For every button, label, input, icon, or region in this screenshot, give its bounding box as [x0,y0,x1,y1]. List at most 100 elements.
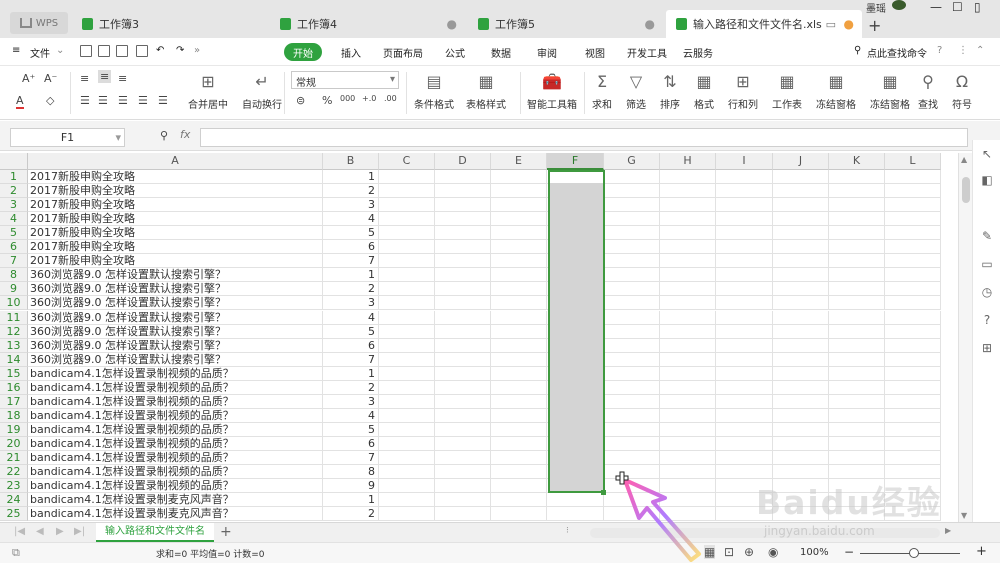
find-button[interactable]: ⚲ 查找 [918,72,938,111]
cell-b[interactable]: 3 [323,296,379,311]
column-header-c[interactable]: C [379,153,435,170]
cell-h[interactable] [660,212,716,227]
cell-e[interactable] [491,408,547,423]
cell-k[interactable] [829,408,885,423]
cell-i[interactable] [716,310,773,325]
cell-i[interactable] [716,394,773,409]
column-header-e[interactable]: E [491,153,547,170]
row-header[interactable]: 20 [0,436,28,451]
cell-i[interactable] [716,493,773,508]
cell-h[interactable] [660,394,716,409]
cell-h[interactable] [660,422,716,437]
cell-i[interactable] [716,282,773,297]
chevron-down-icon[interactable]: ⌄ [56,45,64,56]
cell-e[interactable] [491,226,547,241]
row-header[interactable]: 15 [0,366,28,381]
align-bottom-icon[interactable]: ≡ [118,72,127,85]
cell-c[interactable] [379,254,435,269]
cell-i[interactable] [716,324,773,339]
cell-c[interactable] [379,366,435,381]
cell-g[interactable] [604,310,660,325]
hamburger-icon[interactable]: ≡ [12,45,20,56]
avatar[interactable] [892,0,906,10]
cell-k[interactable] [829,198,885,213]
cell-a[interactable]: 2017新股申购全攻略 [28,184,323,199]
conditional-format-button[interactable]: ▤ 条件格式 [414,72,454,111]
cell-b[interactable]: 4 [323,212,379,227]
cell-h[interactable] [660,310,716,325]
cell-c[interactable] [379,408,435,423]
cell-f[interactable] [547,493,604,508]
cell-c[interactable] [379,352,435,367]
cell-b[interactable]: 7 [323,451,379,465]
cell-b[interactable]: 6 [323,436,379,451]
cell-c[interactable] [379,338,435,353]
tab-workbook-3[interactable]: 工作簿3 [72,10,267,38]
save-icon[interactable] [98,45,110,57]
cell-j[interactable] [773,282,829,297]
column-f-selection[interactable] [548,170,605,493]
cell-c[interactable] [379,394,435,409]
cell-a[interactable]: 2017新股申购全攻略 [28,170,323,184]
row-header[interactable]: 16 [0,380,28,395]
spreadsheet-grid[interactable]: ABCDEFGHIJKL 1 2017新股申购全攻略 1 2 2017新股申购全攻略 2 3… [0,153,958,522]
cell-b[interactable]: 4 [323,310,379,325]
cell-j[interactable] [773,380,829,395]
active-cell-f1[interactable] [550,172,603,183]
cell-k[interactable] [829,479,885,494]
cell-e[interactable] [491,436,547,451]
cell-j[interactable] [773,226,829,241]
cell-c[interactable] [379,170,435,184]
menu-file[interactable]: 文件 [30,45,50,60]
cell-l[interactable] [885,296,941,311]
cell-g[interactable] [604,338,660,353]
cell-j[interactable] [773,240,829,255]
cell-g[interactable] [604,422,660,437]
select-pointer-icon[interactable]: ↖ [979,146,995,162]
cell-j[interactable] [773,268,829,283]
cell-d[interactable] [435,240,491,255]
cell-h[interactable] [660,338,716,353]
cell-h[interactable] [660,380,716,395]
cell-k[interactable] [829,296,885,311]
shapes-icon[interactable]: ◧ [979,172,995,188]
zoom-formula-icon[interactable]: ⚲ [160,129,168,142]
cell-c[interactable] [379,296,435,311]
cell-a[interactable]: 2017新股申购全攻略 [28,240,323,255]
cell-g[interactable] [604,240,660,255]
cell-l[interactable] [885,268,941,283]
cell-c[interactable] [379,493,435,508]
cell-k[interactable] [829,184,885,199]
undo-icon[interactable]: ↶ [156,45,164,56]
cell-b[interactable]: 4 [323,408,379,423]
help-circle-icon[interactable]: ? [979,312,995,328]
prev-sheet-icon[interactable]: ◀ [36,526,44,537]
cell-h[interactable] [660,282,716,297]
command-search[interactable]: 点此查找命令 [867,45,927,60]
row-header[interactable]: 19 [0,422,28,437]
justify-icon[interactable]: ☰ [138,94,148,107]
cell-g[interactable] [604,380,660,395]
apps-grid-icon[interactable]: ⊞ [979,340,995,356]
cell-i[interactable] [716,507,773,522]
new-tab-button[interactable]: + [868,16,881,35]
select-all-corner[interactable] [0,153,28,170]
tab-split-icon[interactable]: ⁝ [566,526,569,536]
cell-i[interactable] [716,268,773,283]
fill-handle[interactable] [601,490,606,495]
cell-j[interactable] [773,451,829,465]
cell-c[interactable] [379,451,435,465]
cell-j[interactable] [773,352,829,367]
cell-e[interactable] [491,324,547,339]
cell-i[interactable] [716,226,773,241]
align-right-icon[interactable]: ☰ [118,94,128,107]
cell-c[interactable] [379,324,435,339]
cell-l[interactable] [885,240,941,255]
vertical-scrollbar[interactable]: ▲ ▼ [958,153,972,522]
cell-a[interactable]: bandicam4.1怎样设置录制麦克风声音？ [28,493,323,508]
cell-a[interactable]: bandicam4.1怎样设置录制视频的品质？ [28,479,323,494]
cell-e[interactable] [491,451,547,465]
cell-d[interactable] [435,282,491,297]
row-header[interactable]: 18 [0,408,28,423]
cell-h[interactable] [660,254,716,269]
